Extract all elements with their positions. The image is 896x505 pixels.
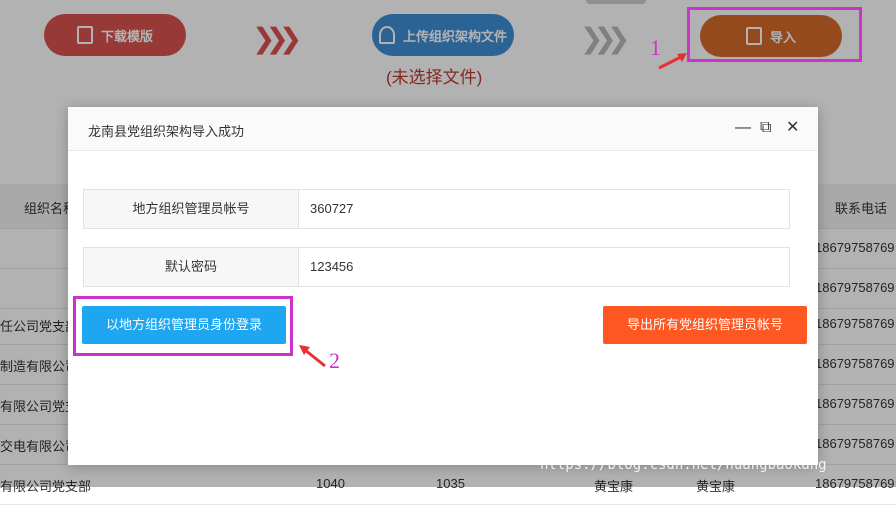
- dialog-header: 龙南县党组织架构导入成功 — ⧉ ✕: [68, 107, 818, 151]
- password-value: 123456: [310, 259, 354, 274]
- account-row: 地方组织管理员帐号 360727: [83, 189, 790, 229]
- maximize-icon[interactable]: ⧉: [760, 119, 771, 137]
- dialog-title: 龙南县党组织架构导入成功: [88, 124, 245, 139]
- highlight-box-login: [73, 296, 293, 356]
- account-value: 360727: [310, 201, 354, 216]
- annotation-arrow-icon: [299, 345, 326, 368]
- export-admin-accounts-button[interactable]: 导出所有党组织管理员帐号: [603, 306, 807, 344]
- minimize-icon[interactable]: —: [735, 119, 751, 137]
- import-success-dialog: 龙南县党组织架构导入成功 — ⧉ ✕ 地方组织管理员帐号 360727 默认密码…: [68, 107, 818, 465]
- close-icon[interactable]: ✕: [786, 119, 799, 137]
- highlight-box-import: [687, 7, 862, 62]
- password-label: 默认密码: [84, 248, 299, 286]
- password-row: 默认密码 123456: [83, 247, 790, 287]
- annotation-arrow-icon: [658, 53, 687, 70]
- account-label: 地方组织管理员帐号: [84, 190, 299, 228]
- watermark-text: https://blog.csdn.net/huangbaokang: [540, 457, 827, 473]
